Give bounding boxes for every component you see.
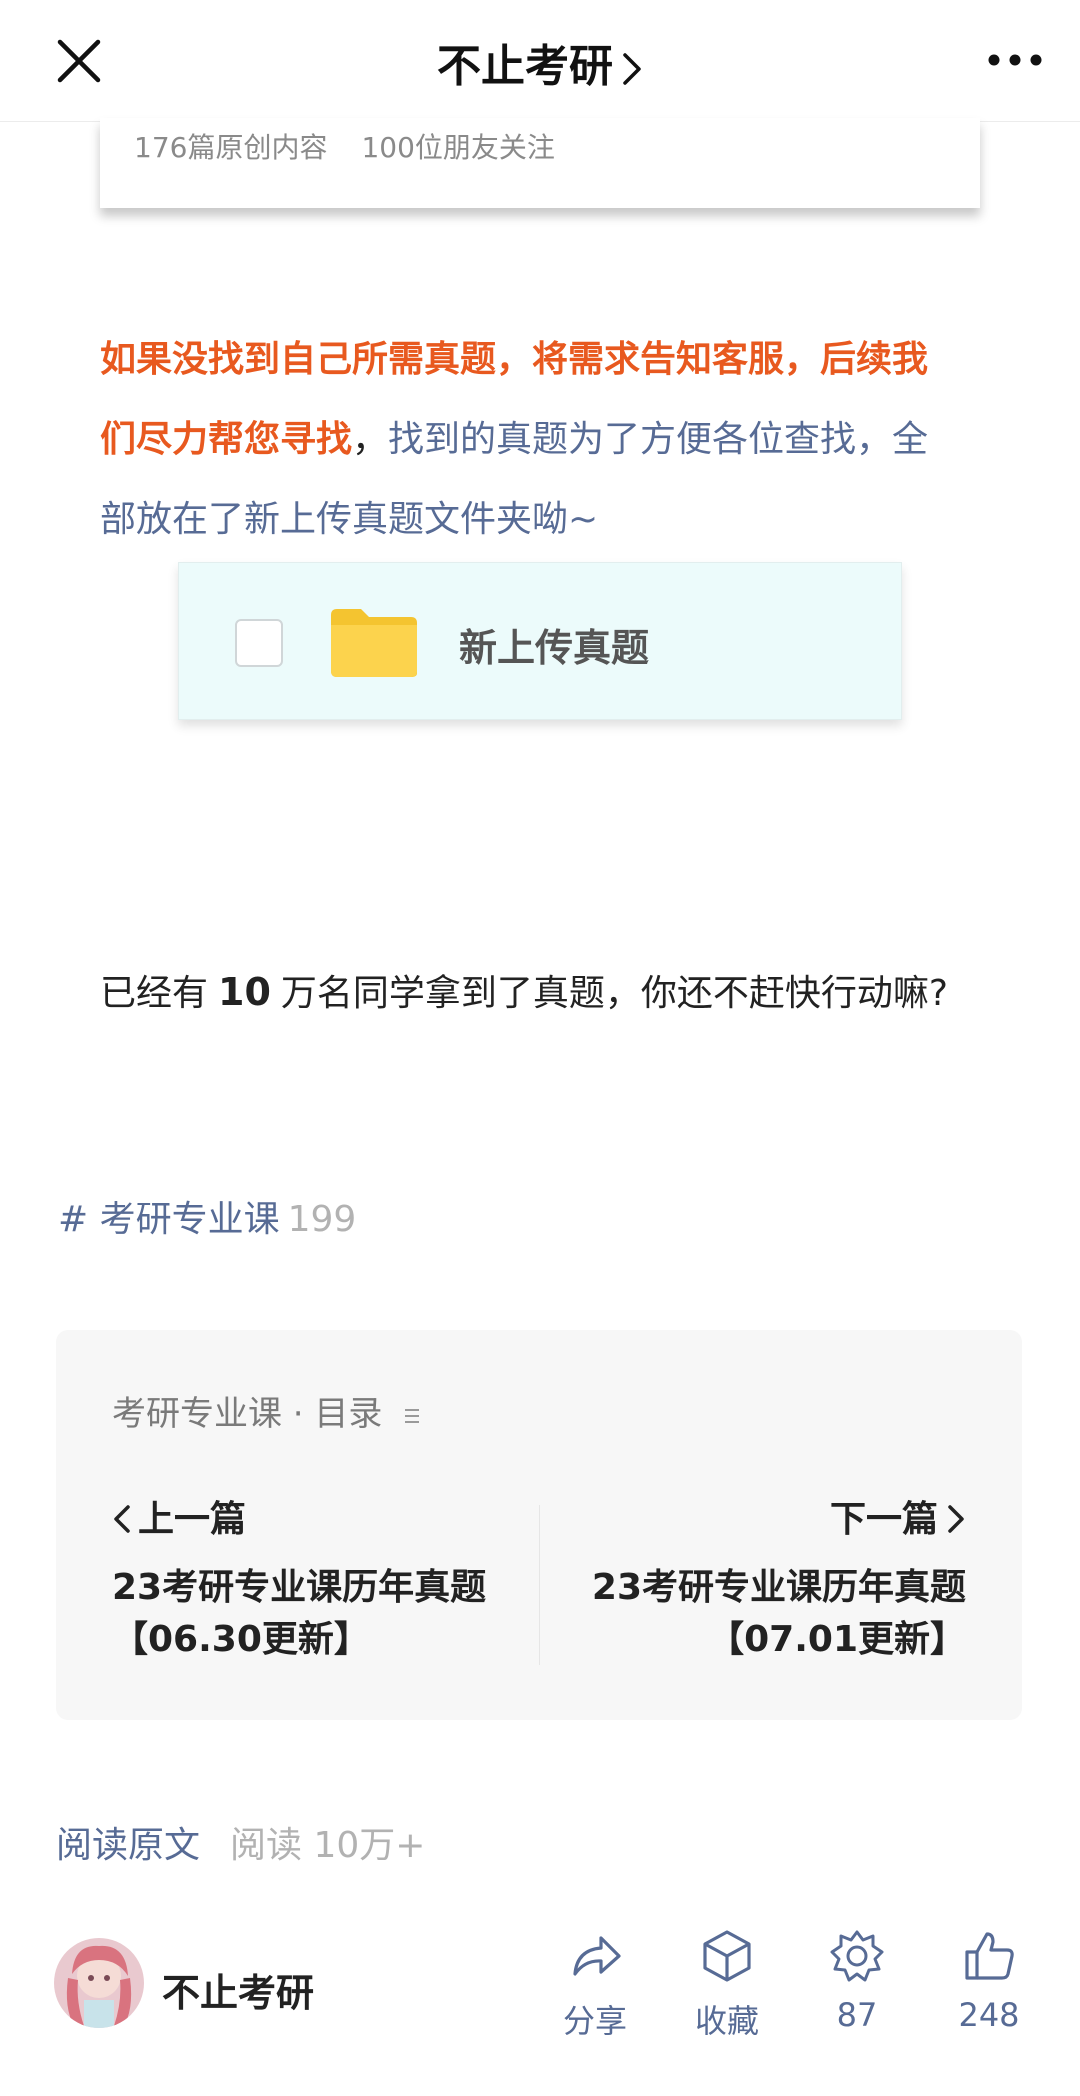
bottom-action-bar: 不止考研 分享 收藏 87 248 [0,1920,1080,2096]
wow-star-icon [830,1930,884,1982]
top-nav-bar: 不止考研 [0,0,1080,122]
read-original-link[interactable]: 阅读原文 [56,1825,200,1866]
account-card-image: 176篇原创内容 100位朋友关注 [100,118,980,208]
folder-icon [331,609,417,677]
account-name[interactable]: 不止考研 [162,1962,314,2017]
list-icon [405,1408,420,1423]
wow-count: 87 [836,1996,878,2034]
prev-label-row: 上一篇 [112,1490,492,1542]
cube-icon [703,1930,751,1982]
like-button[interactable]: 248 [934,1920,1044,2034]
more-dots-icon [988,54,1042,66]
nav-title-text: 不止考研 [437,41,613,92]
chevron-right-icon [948,1505,964,1533]
original-count: 176篇原创内容 [134,131,328,164]
avatar-image-icon [54,1938,144,2028]
share-label: 分享 [562,2002,627,2040]
next-label: 下一篇 [829,1499,938,1540]
chevron-right-icon [623,53,641,85]
comma-text: ， [352,419,389,460]
share-button[interactable]: 分享 [540,1920,650,2042]
article-paragraph-request: 如果没找到自己所需真题，将需求告知客服，后续我们尽力帮您寻找，找到的真题为了方便… [100,320,960,560]
more-options-button[interactable] [980,32,1050,88]
folder-screenshot-image: 新上传真题 [178,562,902,720]
next-title: 23考研专业课历年真题【07.01更新】 [591,1567,966,1660]
article-paragraph-cta: 已经有 10 万名同学拿到了真题，你还不赶快行动嘛? [100,952,980,1034]
album-catalog-link[interactable]: 考研专业课 · 目录 [112,1386,421,1435]
album-header-text: 考研专业课 · 目录 [112,1394,383,1434]
previous-article-link[interactable]: 上一篇 23考研专业课历年真题【06.30更新】 [112,1490,492,1666]
checkbox-icon [235,619,283,667]
read-row: 阅读原文 阅读 10万+ [56,1816,425,1868]
thumbs-up-icon [965,1932,1014,1980]
like-count: 248 [958,1996,1020,2034]
favorite-button[interactable]: 收藏 [672,1920,782,2042]
favorite-label: 收藏 [694,2002,759,2040]
chevron-left-icon [114,1505,130,1533]
hashtag-label: # 考研专业课 [58,1199,280,1240]
read-count: 阅读 10万+ [230,1825,426,1866]
account-stats: 176篇原创内容 100位朋友关注 [134,126,589,166]
prev-label: 上一篇 [138,1499,247,1540]
album-divider [539,1505,540,1665]
cta-number: 10 [218,970,271,1014]
share-icon [573,1936,621,1976]
cta-prefix: 已经有 [100,973,209,1014]
prev-title: 23考研专业课历年真题【06.30更新】 [112,1567,487,1660]
hashtag-link[interactable]: # 考研专业课 199 [58,1190,356,1242]
account-title-link[interactable]: 不止考研 [0,30,1080,94]
hashtag-count: 199 [287,1199,357,1240]
album-navigation: 考研专业课 · 目录 上一篇 23考研专业课历年真题【06.30更新】 下一篇 … [56,1330,1022,1720]
avatar[interactable] [54,1938,144,2028]
folder-name: 新上传真题 [459,626,650,670]
wow-button[interactable]: 87 [802,1920,912,2034]
next-label-row: 下一篇 [586,1490,966,1542]
followers-count: 100位朋友关注 [361,131,555,164]
next-article-link[interactable]: 下一篇 23考研专业课历年真题【07.01更新】 [586,1490,966,1666]
cta-suffix: 万名同学拿到了真题，你还不赶快行动嘛? [280,973,949,1014]
